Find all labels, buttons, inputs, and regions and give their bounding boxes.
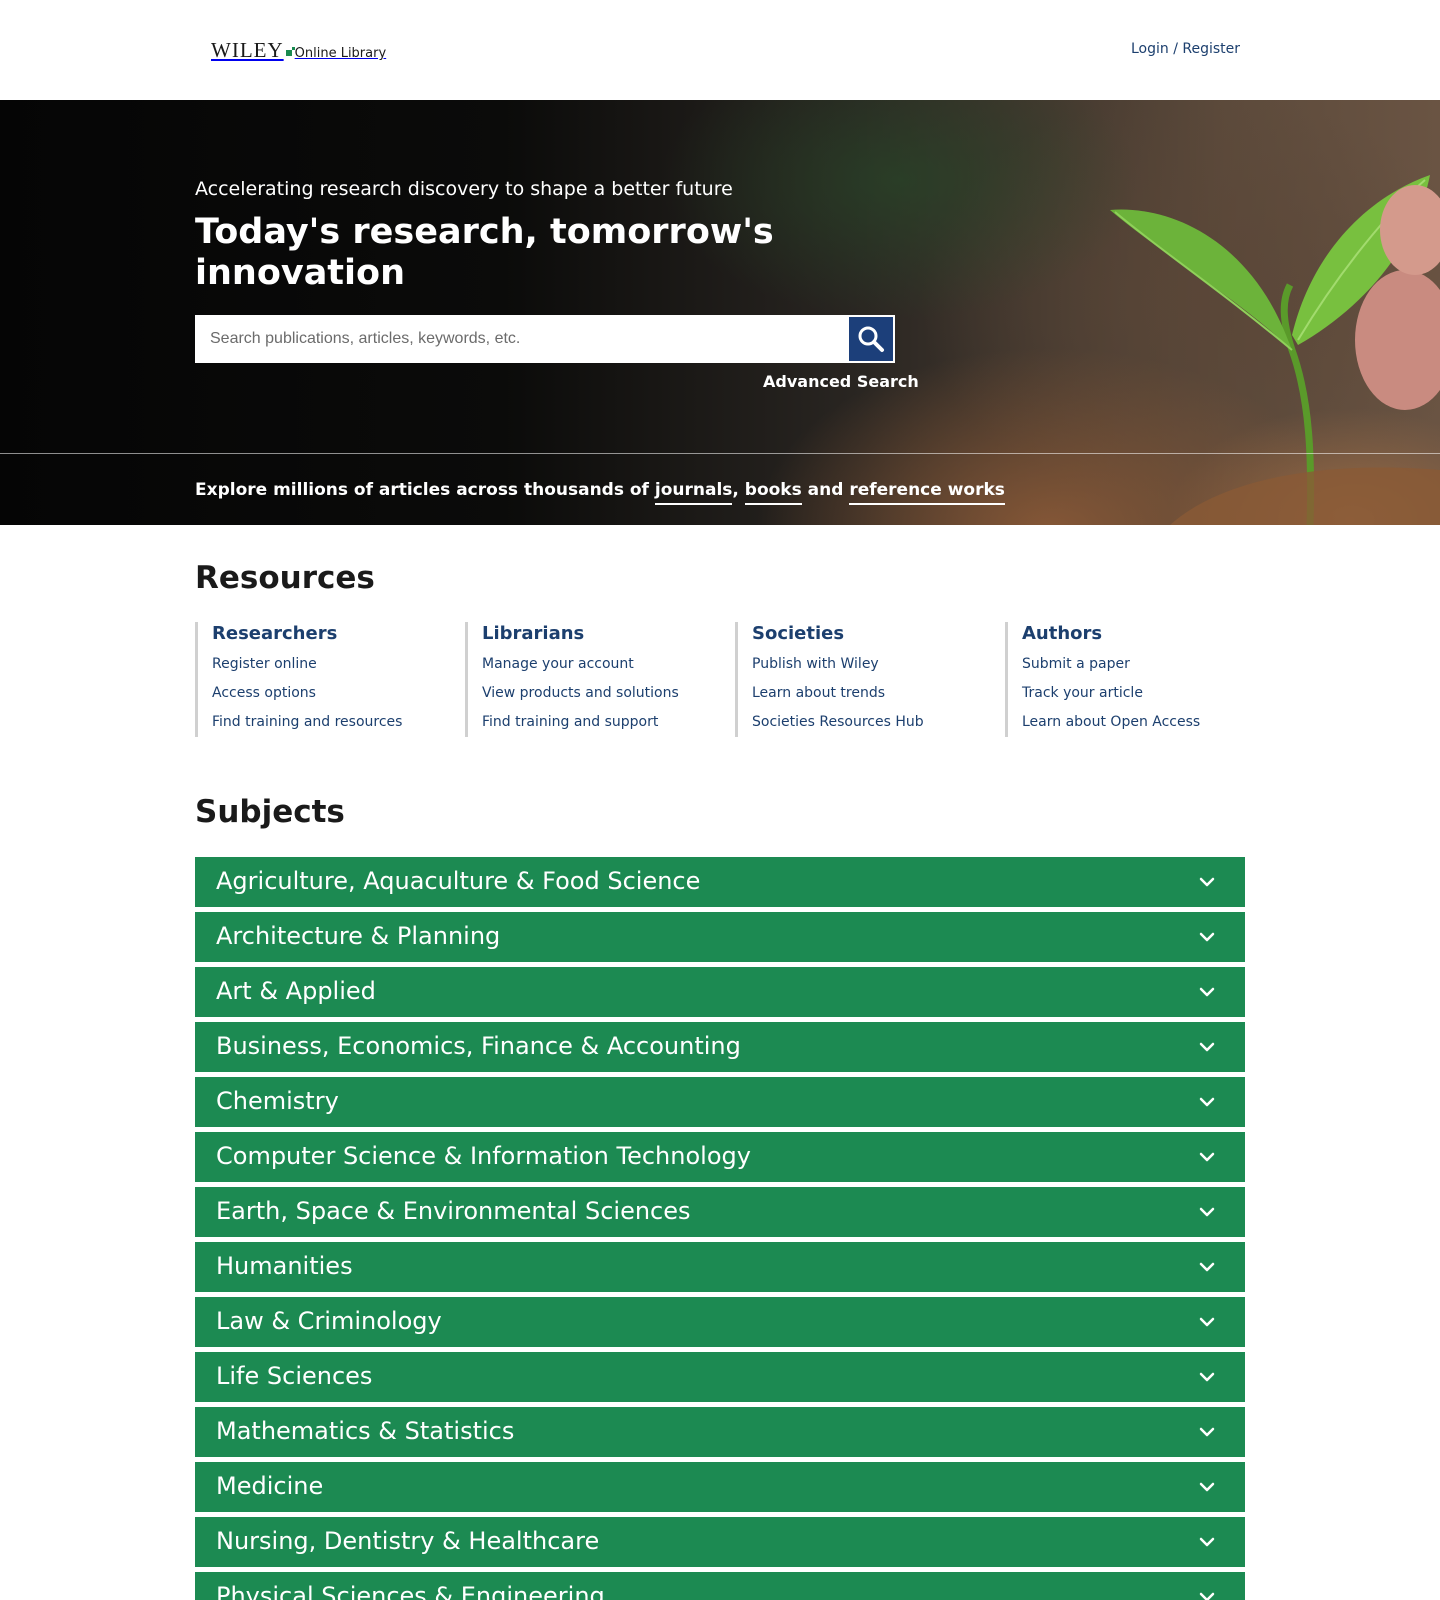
resources-column-librarians: Librarians Manage your account View prod…: [465, 622, 679, 737]
chevron-down-icon[interactable]: [1199, 1589, 1215, 1600]
chevron-down-icon[interactable]: [1199, 1039, 1215, 1055]
view-products-link[interactable]: View products and solutions: [482, 683, 679, 703]
chevron-down-icon[interactable]: [1199, 874, 1215, 890]
subject-accordion-item[interactable]: Architecture & Planning: [195, 912, 1245, 962]
subject-label: Medicine: [216, 1472, 324, 1500]
search-bar: [195, 315, 895, 363]
search-icon: [858, 326, 884, 352]
subjects-title: Subjects: [195, 794, 345, 830]
advanced-search-link[interactable]: Advanced Search: [763, 372, 919, 391]
chevron-down-icon[interactable]: [1199, 1479, 1215, 1495]
subject-accordion-item[interactable]: Chemistry: [195, 1077, 1245, 1127]
explore-text: Explore millions of articles across thou…: [195, 480, 1005, 505]
manage-account-link[interactable]: Manage your account: [482, 654, 679, 674]
subject-accordion-item[interactable]: Mathematics & Statistics: [195, 1407, 1245, 1457]
subject-accordion-item[interactable]: Earth, Space & Environmental Sciences: [195, 1187, 1245, 1237]
resources-title: Resources: [195, 560, 375, 596]
subject-label: Art & Applied: [216, 977, 376, 1005]
chevron-down-icon[interactable]: [1199, 1424, 1215, 1440]
societies-heading[interactable]: Societies: [752, 623, 924, 644]
subject-accordion-item[interactable]: Agriculture, Aquaculture & Food Science: [195, 857, 1245, 907]
logo-wiley-text: WILEY: [211, 38, 284, 62]
chevron-down-icon[interactable]: [1199, 929, 1215, 945]
wiley-logo[interactable]: WILEY Online Library: [211, 38, 386, 63]
subject-accordion-item[interactable]: Art & Applied: [195, 967, 1245, 1017]
hero-title: Today's research, tomorrow's innovation: [195, 212, 774, 293]
chevron-down-icon[interactable]: [1199, 1094, 1215, 1110]
subject-label: Life Sciences: [216, 1362, 373, 1390]
register-online-link[interactable]: Register online: [212, 654, 402, 674]
logo-online-library-text: Online Library: [294, 46, 387, 61]
search-button[interactable]: [849, 317, 893, 361]
chevron-down-icon[interactable]: [1199, 1369, 1215, 1385]
logo-mark-icon: [285, 47, 295, 56]
subject-label: Law & Criminology: [216, 1307, 442, 1335]
societies-resources-hub-link[interactable]: Societies Resources Hub: [752, 712, 924, 732]
explore-prefix: Explore millions of articles across thou…: [195, 480, 655, 500]
subjects-accordion: Agriculture, Aquaculture & Food Science A…: [195, 857, 1245, 1600]
subject-label: Agriculture, Aquaculture & Food Science: [216, 867, 701, 895]
chevron-down-icon[interactable]: [1199, 1314, 1215, 1330]
subject-accordion-item[interactable]: Humanities: [195, 1242, 1245, 1292]
find-training-resources-link[interactable]: Find training and resources: [212, 712, 402, 732]
search-input[interactable]: [195, 315, 847, 363]
subject-accordion-item[interactable]: Business, Economics, Finance & Accountin…: [195, 1022, 1245, 1072]
subject-accordion-item[interactable]: Computer Science & Information Technolog…: [195, 1132, 1245, 1182]
learn-about-trends-link[interactable]: Learn about trends: [752, 683, 924, 703]
chevron-down-icon[interactable]: [1199, 1204, 1215, 1220]
subject-label: Mathematics & Statistics: [216, 1417, 515, 1445]
chevron-down-icon[interactable]: [1199, 1149, 1215, 1165]
resources-column-societies: Societies Publish with Wiley Learn about…: [735, 622, 924, 737]
chevron-down-icon[interactable]: [1199, 1259, 1215, 1275]
chevron-down-icon[interactable]: [1199, 984, 1215, 1000]
subject-label: Business, Economics, Finance & Accountin…: [216, 1032, 741, 1060]
subject-label: Computer Science & Information Technolog…: [216, 1142, 751, 1170]
site-header: WILEY Online Library Login / Register: [0, 0, 1440, 100]
subject-accordion-item[interactable]: Medicine: [195, 1462, 1245, 1512]
researchers-heading[interactable]: Researchers: [212, 623, 402, 644]
subject-label: Nursing, Dentistry & Healthcare: [216, 1527, 600, 1555]
hero-divider: [0, 453, 1440, 454]
learn-open-access-link[interactable]: Learn about Open Access: [1022, 712, 1200, 732]
journals-link[interactable]: journals: [654, 480, 733, 505]
resources-column-authors: Authors Submit a paper Track your articl…: [1005, 622, 1200, 737]
hero-tagline: Accelerating research discovery to shape…: [195, 178, 733, 200]
publish-with-wiley-link[interactable]: Publish with Wiley: [752, 654, 924, 674]
explore-sep-2: and: [801, 480, 850, 500]
resources-column-researchers: Researchers Register online Access optio…: [195, 622, 402, 737]
subject-accordion-item[interactable]: Physical Sciences & Engineering: [195, 1572, 1245, 1600]
subject-label: Earth, Space & Environmental Sciences: [216, 1197, 691, 1225]
subject-label: Architecture & Planning: [216, 922, 501, 950]
explore-sep-1: ,: [732, 480, 745, 500]
authors-heading[interactable]: Authors: [1022, 623, 1200, 644]
find-training-support-link[interactable]: Find training and support: [482, 712, 679, 732]
access-options-link[interactable]: Access options: [212, 683, 402, 703]
track-article-link[interactable]: Track your article: [1022, 683, 1200, 703]
hero-banner: Accelerating research discovery to shape…: [0, 100, 1440, 525]
subject-accordion-item[interactable]: Nursing, Dentistry & Healthcare: [195, 1517, 1245, 1567]
submit-paper-link[interactable]: Submit a paper: [1022, 654, 1200, 674]
books-link[interactable]: books: [744, 480, 802, 505]
login-register-link[interactable]: Login / Register: [1131, 41, 1240, 57]
reference-works-link[interactable]: reference works: [849, 480, 1005, 505]
seedling-image: [1110, 175, 1440, 525]
subject-accordion-item[interactable]: Life Sciences: [195, 1352, 1245, 1402]
subject-label: Chemistry: [216, 1087, 339, 1115]
subject-label: Physical Sciences & Engineering: [216, 1582, 605, 1600]
subject-label: Humanities: [216, 1252, 353, 1280]
subject-accordion-item[interactable]: Law & Criminology: [195, 1297, 1245, 1347]
librarians-heading[interactable]: Librarians: [482, 623, 679, 644]
chevron-down-icon[interactable]: [1199, 1534, 1215, 1550]
